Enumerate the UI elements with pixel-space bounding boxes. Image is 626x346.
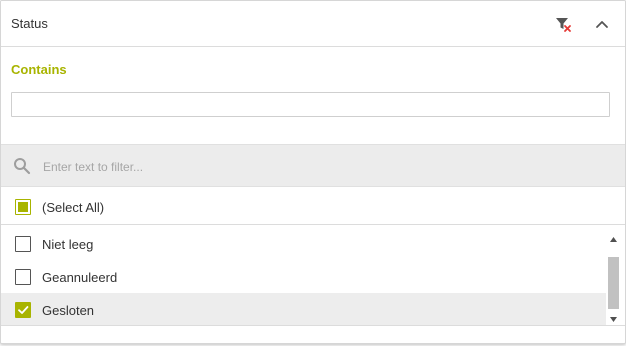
item-checkbox[interactable] [15,236,31,252]
scroll-down-arrow-icon[interactable] [609,311,618,322]
panel-footer [1,325,625,343]
select-all-label: (Select All) [42,200,105,215]
item-checkbox[interactable] [15,302,31,318]
status-filter-panel: Status Contains (Select All) [0,0,626,344]
scrollbar-thumb[interactable] [608,257,619,309]
value-list: Niet leeg Geannuleerd Gesloten [1,225,625,325]
select-all-checkbox[interactable] [15,199,31,215]
condition-value-input[interactable] [11,92,610,117]
list-item[interactable]: Niet leeg [1,227,606,259]
scrollbar[interactable] [606,225,621,325]
search-icon [13,157,31,175]
filter-clear-icon[interactable] [554,15,572,33]
list-item[interactable]: Gesloten [1,293,606,325]
select-all-row[interactable]: (Select All) [1,188,625,225]
list-item[interactable]: Geannuleerd [1,260,606,292]
condition-operator-label: Contains [11,62,67,77]
panel-title: Status [11,16,48,31]
item-label: Niet leeg [42,237,94,252]
item-checkbox[interactable] [15,269,31,285]
item-label: Geannuleerd [42,270,118,285]
search-input[interactable] [41,153,605,181]
checkmark-icon [18,306,29,314]
search-bar [1,144,625,187]
panel-header: Status [1,1,625,47]
scroll-up-arrow-icon[interactable] [609,231,618,242]
chevron-up-icon[interactable] [591,13,613,35]
item-label: Gesloten [42,303,95,318]
